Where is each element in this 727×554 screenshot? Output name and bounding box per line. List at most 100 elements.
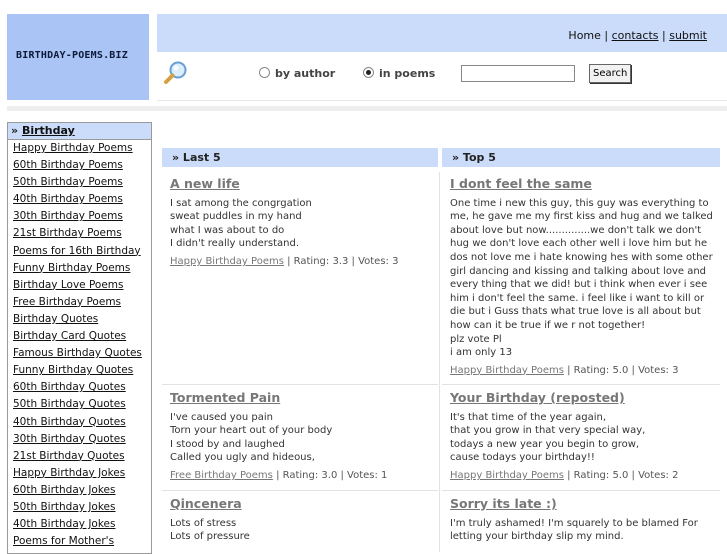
sidebar-item-link[interactable]: Funny Birthday Quotes bbox=[13, 364, 133, 376]
last-5-heading: » Last 5 bbox=[162, 148, 438, 167]
contacts-link[interactable]: contacts bbox=[612, 29, 659, 42]
entry-divider bbox=[162, 490, 438, 491]
poem-category-link[interactable]: Free Birthday Poems bbox=[170, 470, 273, 481]
sidebar-item: 50th Birthday Jokes bbox=[13, 499, 151, 516]
poem-excerpt: I'm truly ashamed! I'm squarely to be bl… bbox=[450, 517, 698, 543]
sidebar-item-link[interactable]: 60th Birthday Quotes bbox=[13, 381, 126, 393]
search-by-author-option[interactable]: by author bbox=[259, 67, 335, 80]
sidebar-heading-link[interactable]: Birthday bbox=[22, 124, 75, 137]
sidebar-item: 60th Birthday Quotes bbox=[13, 379, 151, 396]
search-in-poems-option[interactable]: in poems bbox=[363, 67, 435, 80]
sidebar-item-link[interactable]: 50th Birthday Poems bbox=[13, 176, 123, 188]
poem-entry: Tormented Pain I've caused you pain Torn … bbox=[170, 391, 432, 483]
sidebar-item: 30th Birthday Quotes bbox=[13, 431, 151, 448]
sidebar-item-link[interactable]: Famous Birthday Quotes bbox=[13, 347, 142, 359]
sidebar-item-link[interactable]: Free Birthday Poems bbox=[13, 296, 121, 308]
home-link[interactable]: Home bbox=[568, 29, 600, 42]
sidebar-item: 40th Birthday Quotes bbox=[13, 414, 151, 431]
sidebar-heading: » Birthday bbox=[8, 123, 151, 140]
site-logo-text: BIRTHDAY-POEMS.BIZ bbox=[16, 50, 128, 61]
sidebar-item: Happy Birthday Jokes bbox=[13, 465, 151, 482]
poem-title-link[interactable]: Qincenera bbox=[170, 497, 432, 511]
sidebar-item: 40th Birthday Jokes bbox=[13, 516, 151, 533]
top-bar: Home | contacts | submit bbox=[157, 14, 727, 52]
sidebar-item-link[interactable]: Happy Birthday Jokes bbox=[13, 467, 125, 479]
entry-divider bbox=[162, 384, 438, 385]
radio-by-author-label: by author bbox=[275, 67, 336, 80]
poem-title-link[interactable]: Sorry its late :) bbox=[450, 497, 722, 511]
sidebar-item-link[interactable]: 60th Birthday Poems bbox=[13, 159, 123, 171]
sidebar-item: Birthday Card Quotes bbox=[13, 328, 151, 345]
sidebar-item: Funny Birthday Quotes bbox=[13, 362, 151, 379]
poem-category-link[interactable]: Happy Birthday Poems bbox=[170, 256, 284, 267]
column-divider bbox=[439, 172, 440, 552]
poem-entry: Your Birthday (reposted) It's that time … bbox=[450, 391, 722, 483]
poem-excerpt: I've caused you pain Torn your heart out … bbox=[170, 411, 333, 464]
sidebar-item-link[interactable]: 21st Birthday Quotes bbox=[13, 450, 125, 462]
top-nav: Home | contacts | submit bbox=[568, 29, 707, 42]
poem-entry: Sorry its late :) I'm truly ashamed! I'm… bbox=[450, 497, 722, 544]
nav-separator: | bbox=[658, 29, 670, 42]
poem-entry: Qincenera Lots of stress Lots of pressure bbox=[170, 497, 432, 544]
poem-title-link[interactable]: Your Birthday (reposted) bbox=[450, 391, 722, 405]
search-button[interactable]: Search bbox=[589, 64, 632, 83]
sidebar-item: 40th Birthday Poems bbox=[13, 191, 151, 208]
header-divider bbox=[7, 106, 727, 111]
sidebar-item-link[interactable]: Funny Birthday Poems bbox=[13, 262, 130, 274]
sidebar-item-link[interactable]: 30th Birthday Poems bbox=[13, 210, 123, 222]
sidebar-item: 50th Birthday Quotes bbox=[13, 396, 151, 413]
poem-excerpt: One time i new this guy, this guy was ev… bbox=[450, 197, 713, 359]
sidebar-item: 60th Birthday Jokes bbox=[13, 482, 151, 499]
sidebar-item-link[interactable]: Birthday Card Quotes bbox=[13, 330, 126, 342]
poem-stats: | Rating: 3.3 | Votes: 3 bbox=[283, 255, 399, 267]
sidebar-item-link[interactable]: 50th Birthday Quotes bbox=[13, 398, 126, 410]
sidebar-item: 21st Birthday Quotes bbox=[13, 448, 151, 465]
poem-category-link[interactable]: Happy Birthday Poems bbox=[450, 365, 564, 376]
top-5-heading: » Top 5 bbox=[442, 148, 720, 167]
poem-stats: | Rating: 3.0 | Votes: 1 bbox=[272, 469, 388, 481]
sidebar-item-link[interactable]: Birthday Quotes bbox=[13, 313, 98, 325]
sidebar-item-link[interactable]: Poems for Mother's bbox=[13, 535, 114, 547]
search-bar: by author in poems Search bbox=[157, 52, 727, 101]
poem-title-link[interactable]: I dont feel the same bbox=[450, 177, 722, 191]
sidebar-item-link[interactable]: Happy Birthday Poems bbox=[13, 142, 133, 154]
poem-title-link[interactable]: Tormented Pain bbox=[170, 391, 432, 405]
poem-excerpt: It's that time of the year again, that yo… bbox=[450, 411, 646, 464]
sidebar-item-link[interactable]: 40th Birthday Poems bbox=[13, 193, 123, 205]
sidebar-item: 60th Birthday Poems bbox=[13, 157, 151, 174]
sidebar-item-link[interactable]: Poems for 16th Birthday bbox=[13, 245, 141, 257]
submit-link[interactable]: submit bbox=[669, 29, 707, 42]
poem-entry: A new life I sat among the congrgation sw… bbox=[170, 177, 432, 269]
category-sidebar: » Birthday Happy Birthday Poems 60th Birt… bbox=[7, 122, 152, 554]
search-input[interactable] bbox=[461, 65, 575, 82]
sidebar-item: Poems for Mother's bbox=[13, 533, 151, 550]
sidebar-item: 21st Birthday Poems bbox=[13, 225, 151, 242]
poem-meta: Happy Birthday Poems | Rating: 3.3 | Vot… bbox=[170, 255, 432, 269]
radio-by-author[interactable] bbox=[259, 67, 270, 78]
poem-stats: | Rating: 5.0 | Votes: 2 bbox=[563, 469, 679, 481]
sidebar-item-link[interactable]: 60th Birthday Jokes bbox=[13, 484, 116, 496]
magnifier-icon bbox=[164, 61, 187, 84]
nav-separator: | bbox=[600, 29, 612, 42]
sidebar-item-link[interactable]: 40th Birthday Quotes bbox=[13, 416, 126, 428]
sidebar-item: Funny Birthday Poems bbox=[13, 260, 151, 277]
sidebar-item: Famous Birthday Quotes bbox=[13, 345, 151, 362]
radio-in-poems[interactable] bbox=[363, 67, 374, 78]
radio-in-poems-label: in poems bbox=[379, 67, 436, 80]
sidebar-item: Poems for 16th Birthday bbox=[13, 243, 151, 260]
poem-category-link[interactable]: Happy Birthday Poems bbox=[450, 470, 564, 481]
entry-divider bbox=[442, 384, 720, 385]
sidebar-item: Happy Birthday Poems bbox=[13, 140, 151, 157]
poem-title-link[interactable]: A new life bbox=[170, 177, 432, 191]
sidebar-heading-arrow: » bbox=[11, 124, 22, 137]
sidebar-item-link[interactable]: 50th Birthday Jokes bbox=[13, 501, 116, 513]
sidebar-item: Birthday Love Poems bbox=[13, 277, 151, 294]
sidebar-item-link[interactable]: Birthday Love Poems bbox=[13, 279, 124, 291]
sidebar-item-link[interactable]: 21st Birthday Poems bbox=[13, 227, 122, 239]
poem-meta: Free Birthday Poems | Rating: 3.0 | Vote… bbox=[170, 469, 432, 483]
sidebar-item-link[interactable]: 30th Birthday Quotes bbox=[13, 433, 126, 445]
sidebar-item: 50th Birthday Poems bbox=[13, 174, 151, 191]
poem-meta: Happy Birthday Poems | Rating: 5.0 | Vot… bbox=[450, 364, 722, 378]
site-logo[interactable]: BIRTHDAY-POEMS.BIZ bbox=[7, 14, 149, 100]
sidebar-item-link[interactable]: 40th Birthday Jokes bbox=[13, 518, 116, 530]
